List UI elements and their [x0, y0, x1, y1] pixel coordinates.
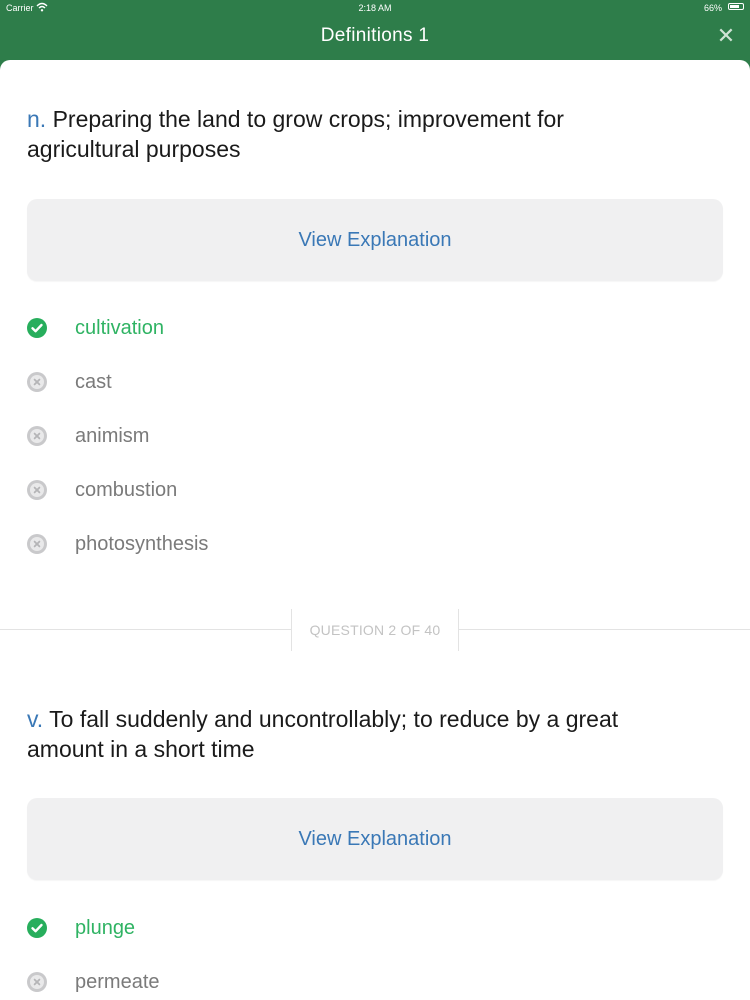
answer-label: permeate: [75, 971, 160, 993]
answer-option[interactable]: cast: [27, 367, 627, 397]
part-of-speech: v.: [27, 706, 44, 732]
question-text: n. Preparing the land to grow crops; imp…: [27, 104, 667, 164]
battery-percent: 66%: [703, 3, 722, 13]
x-circle-icon: [27, 426, 47, 446]
answer-label: combustion: [75, 479, 178, 501]
answer-option[interactable]: photosynthesis: [27, 529, 627, 559]
clock: 2:18 AM: [358, 3, 392, 13]
answer-option-correct[interactable]: cultivation: [27, 313, 627, 343]
x-circle-icon: [27, 534, 47, 554]
definition-text: To fall suddenly and uncontrollably; to …: [27, 706, 619, 762]
nav-bar: Definitions 1 ✕: [0, 16, 750, 60]
answer-label: plunge: [75, 917, 136, 939]
x-circle-icon: [27, 972, 47, 992]
view-explanation-button[interactable]: View Explanation: [27, 798, 723, 880]
answer-label: cast: [75, 371, 112, 393]
check-circle-icon: [27, 918, 47, 938]
answer-option[interactable]: animism: [27, 421, 627, 451]
status-bar: Carrier 2:18 AM 66%: [0, 0, 750, 16]
answer-label: photosynthesis: [75, 533, 209, 555]
answer-label: cultivation: [75, 317, 164, 339]
x-circle-icon: [27, 372, 47, 392]
answer-label: animism: [75, 425, 150, 447]
check-circle-icon: [27, 318, 47, 338]
question-counter: QUESTION 2 OF 40: [291, 609, 459, 651]
part-of-speech: n.: [27, 106, 47, 132]
battery-icon: [728, 3, 744, 10]
page-title: Definitions 1: [320, 25, 430, 46]
close-icon[interactable]: ✕: [714, 24, 738, 48]
view-explanation-button[interactable]: View Explanation: [27, 199, 723, 281]
answer-option[interactable]: permeate: [27, 967, 627, 997]
definition-text: Preparing the land to grow crops; improv…: [27, 106, 564, 162]
answer-option-correct[interactable]: plunge: [27, 913, 627, 943]
x-circle-icon: [27, 480, 47, 500]
question-text: v. To fall suddenly and uncontrollably; …: [27, 704, 667, 764]
quiz-content[interactable]: n. Preparing the land to grow crops; imp…: [0, 60, 750, 1000]
answer-option[interactable]: combustion: [27, 475, 627, 505]
